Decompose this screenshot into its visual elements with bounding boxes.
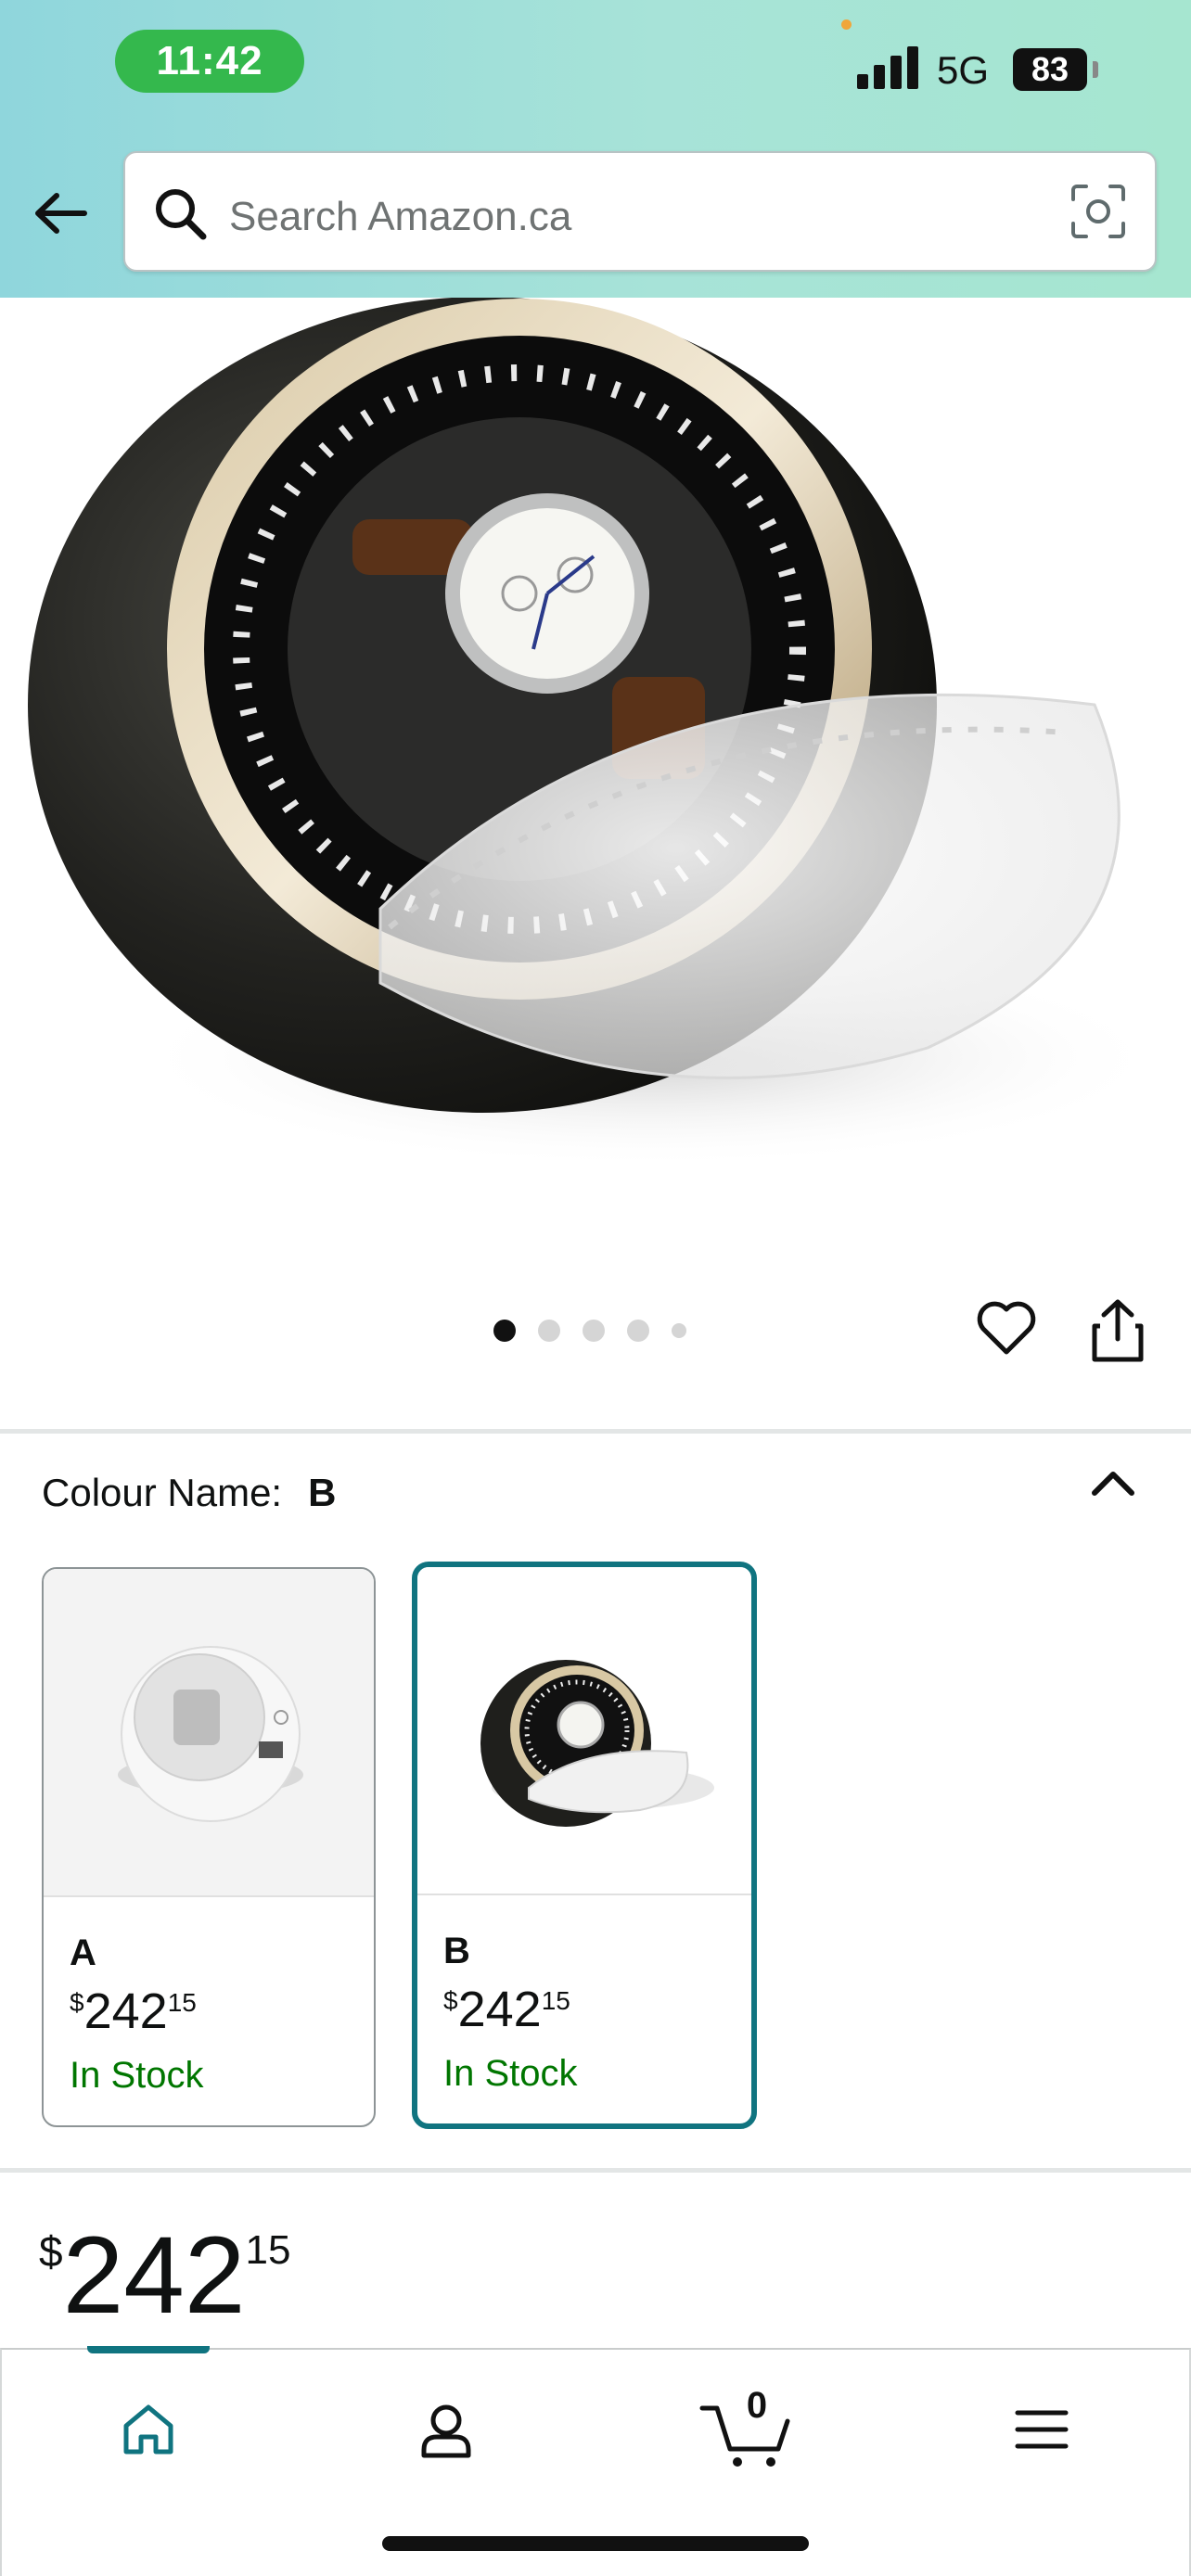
variant-thumbnail: [44, 1569, 374, 1897]
home-indicator-bar[interactable]: [382, 2536, 809, 2551]
variant-price: $24215: [443, 1982, 570, 2037]
carousel-dot[interactable]: [538, 1320, 560, 1342]
variant-thumbnail: [417, 1567, 751, 1895]
product-page: 11:42 5G 83 Search Amazon.ca Colour Name…: [0, 0, 1191, 2576]
battery-icon: 83: [1013, 48, 1098, 91]
heart-icon: [977, 1301, 1036, 1355]
collapse-variants-button[interactable]: [1087, 1461, 1139, 1508]
search-icon: [156, 189, 207, 240]
product-price: $24215: [39, 2221, 290, 2330]
active-tab-indicator: [87, 2346, 210, 2353]
network-type: 5G: [937, 48, 990, 92]
price-whole: 242: [62, 2214, 246, 2337]
share-icon: [1092, 1299, 1144, 1362]
add-to-wishlist-button[interactable]: [974, 1296, 1039, 1361]
section-divider: [0, 2168, 1191, 2173]
carousel-dot[interactable]: [672, 1323, 686, 1338]
variant-option-a[interactable]: A $24215 In Stock: [42, 1567, 376, 2127]
watch-winder-image: [28, 298, 1169, 1168]
variant-label-text: Colour Name:: [42, 1471, 283, 1514]
black-winder-thumbnail: [480, 1660, 714, 1827]
cellular-signal-icon: [857, 45, 920, 89]
carousel-dot[interactable]: [627, 1320, 649, 1342]
app-header: 11:42 5G 83 Search Amazon.ca: [0, 0, 1191, 298]
variant-stock-status: In Stock: [70, 2055, 204, 2096]
share-button[interactable]: [1087, 1296, 1148, 1365]
selected-variant-value: B: [308, 1471, 337, 1514]
nav-menu[interactable]: [995, 2383, 1088, 2476]
nav-account[interactable]: [400, 2383, 493, 2476]
camera-search-icon[interactable]: [1069, 183, 1127, 240]
section-divider: [0, 1429, 1191, 1434]
privacy-indicator-dot: [841, 19, 852, 30]
nav-home[interactable]: [102, 2383, 195, 2476]
home-icon: [123, 2404, 173, 2455]
battery-level: 83: [1013, 48, 1087, 91]
account-icon: [421, 2404, 471, 2458]
image-carousel-indicator[interactable]: [493, 1317, 686, 1345]
cart-count-badge: 0: [746, 2385, 768, 2426]
variant-option-b[interactable]: B $24215 In Stock: [412, 1562, 757, 2129]
price-fraction: 15: [245, 2227, 291, 2273]
product-image[interactable]: [0, 298, 1191, 1225]
carousel-dot[interactable]: [493, 1320, 516, 1342]
variant-selector-label: Colour Name: B: [42, 1471, 336, 1515]
carousel-dot[interactable]: [583, 1320, 605, 1342]
status-time: 11:42: [115, 30, 304, 93]
price-currency: $: [39, 2227, 63, 2276]
white-winder-thumbnail: [118, 1646, 303, 1822]
variant-name: A: [70, 1932, 96, 1973]
variant-stock-status: In Stock: [443, 2053, 578, 2094]
variant-name: B: [443, 1931, 470, 1971]
variant-price: $24215: [70, 1983, 197, 2039]
menu-icon: [1015, 2410, 1069, 2449]
nav-cart[interactable]: 0: [697, 2383, 799, 2476]
back-button[interactable]: [28, 176, 93, 250]
chevron-up-icon: [1092, 1472, 1134, 1496]
search-input[interactable]: Search Amazon.ca: [229, 194, 571, 240]
back-arrow-icon: [35, 193, 87, 234]
search-bar[interactable]: Search Amazon.ca: [123, 151, 1157, 272]
